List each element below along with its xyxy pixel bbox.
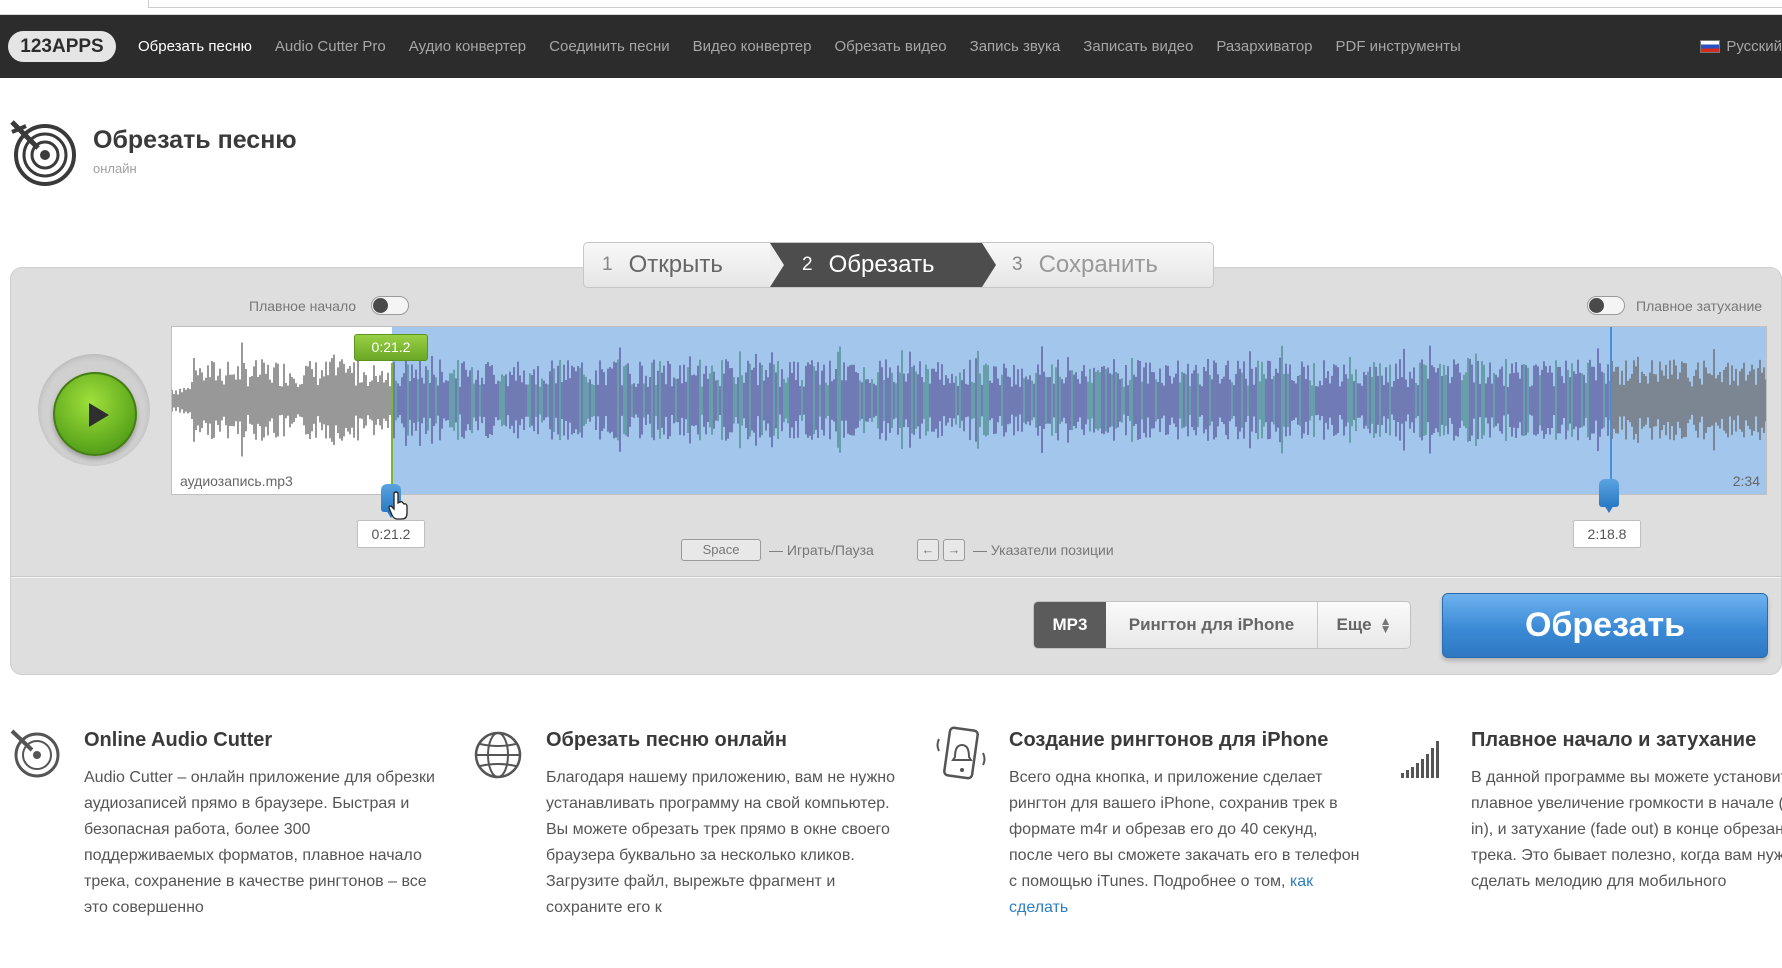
- step-open[interactable]: 1 Открыть: [584, 243, 770, 287]
- top-nav: 123APPS Обрезать песню Audio Cutter Pro …: [0, 15, 1782, 78]
- start-time-input[interactable]: 0:21.2: [357, 520, 425, 548]
- file-name: аудиозапись.mp3: [180, 473, 293, 489]
- globe-icon: [474, 731, 522, 779]
- page-bottom-clip: [0, 928, 1782, 968]
- format-more-dropdown[interactable]: Еще ▲ ▼: [1318, 602, 1410, 648]
- nav-item-video-converter[interactable]: Видео конвертер: [693, 38, 812, 55]
- steps-bar: 1 Открыть 2 Обрезать 3 Сохранить: [583, 242, 1214, 288]
- format-selector: MP3 Рингтон для iPhone Еще ▲ ▼: [1033, 601, 1411, 649]
- nav-item-cut-video[interactable]: Обрезать видео: [835, 38, 947, 55]
- browser-address-strip: [0, 0, 1782, 15]
- language-selector[interactable]: Русский: [1700, 15, 1782, 78]
- nav-item-pdf-tools[interactable]: PDF инструменты: [1336, 38, 1461, 55]
- hand-cursor-icon: [388, 491, 408, 520]
- vinyl-cut-icon: [10, 120, 76, 186]
- end-handle[interactable]: [1599, 479, 1619, 513]
- fade-in-toggle[interactable]: [371, 296, 409, 315]
- feature-title: Online Audio Cutter: [84, 729, 273, 751]
- play-pause-hint: Space — Играть/Пауза: [681, 539, 874, 561]
- step-label: Открыть: [628, 251, 723, 278]
- current-time-bubble: 0:21.2: [354, 334, 428, 361]
- nav-item-record-video[interactable]: Записать видео: [1083, 38, 1193, 55]
- step-label: Обрезать: [828, 251, 935, 278]
- fade-out-toggle[interactable]: [1587, 296, 1625, 315]
- position-hint-text: — Указатели позиции: [973, 542, 1114, 558]
- handle-cap: [1599, 479, 1619, 507]
- feature-title: Плавное начало и затухание: [1471, 729, 1757, 751]
- step-label: Сохранить: [1038, 251, 1158, 278]
- space-key: Space: [681, 539, 761, 561]
- play-button[interactable]: [53, 372, 137, 456]
- nav-item-cut-song[interactable]: Обрезать песню: [138, 38, 252, 55]
- start-marker-line: [391, 363, 393, 494]
- fade-in-label: Плавное начало: [249, 298, 357, 314]
- up-down-arrows-icon: ▲ ▼: [1379, 614, 1392, 636]
- format-mp3-button[interactable]: MP3: [1034, 602, 1106, 648]
- play-pause-hint-text: — Играть/Пауза: [769, 542, 874, 558]
- panel-divider: [11, 576, 1781, 578]
- step-number: 1: [602, 254, 613, 275]
- track-duration: 2:34: [1732, 473, 1760, 489]
- app-root: 123APPS Обрезать песню Audio Cutter Pro …: [0, 0, 1782, 968]
- format-more-label: Еще: [1336, 615, 1372, 634]
- feature-title: Создание рингтонов для iPhone: [1009, 729, 1329, 751]
- feature-text-body: Всего одна кнопка, и приложение сделает …: [1009, 769, 1360, 890]
- toggle-knob: [373, 298, 388, 313]
- phone-bell-icon: [936, 726, 986, 780]
- feature-text: В данной программе вы можете установить …: [1471, 769, 1782, 890]
- position-hint: ← → — Указатели позиции: [917, 539, 1114, 561]
- address-bar[interactable]: [148, 0, 1782, 8]
- format-iphone-ringtone-button[interactable]: Рингтон для iPhone: [1106, 602, 1318, 648]
- nav-item-audio-cutter-pro[interactable]: Audio Cutter Pro: [275, 38, 386, 55]
- step-number: 3: [1012, 254, 1023, 275]
- end-marker-line: [1610, 327, 1612, 494]
- left-arrow-key: ←: [917, 539, 939, 561]
- handle-tip: [1604, 505, 1614, 513]
- step-save[interactable]: 3 Сохранить: [982, 243, 1213, 287]
- cut-button[interactable]: Обрезать: [1442, 593, 1768, 658]
- play-icon: [89, 403, 109, 427]
- feature-title: Обрезать песню онлайн: [546, 729, 787, 751]
- nav-item-record-sound[interactable]: Запись звука: [970, 38, 1061, 55]
- fade-out-label: Плавное затухание: [1636, 298, 1763, 314]
- step-cut[interactable]: 2 Обрезать: [770, 243, 996, 287]
- volume-bars-icon: [1401, 741, 1439, 778]
- end-time-input[interactable]: 2:18.8: [1573, 520, 1641, 548]
- nav-items: Обрезать песню Audio Cutter Pro Аудио ко…: [138, 15, 1484, 78]
- toggle-knob: [1589, 298, 1604, 313]
- nav-item-audio-converter[interactable]: Аудио конвертер: [409, 38, 526, 55]
- right-arrow-key: →: [943, 539, 965, 561]
- page-subtitle: онлайн: [93, 161, 137, 176]
- russian-flag-icon: [1700, 40, 1721, 53]
- step-number: 2: [802, 254, 813, 275]
- page-title: Обрезать песню: [93, 126, 297, 154]
- feature-text: Всего одна кнопка, и приложение сделает …: [1009, 765, 1364, 921]
- nav-item-unarchiver[interactable]: Разархиватор: [1216, 38, 1312, 55]
- vinyl-cut-icon: [10, 729, 60, 778]
- nav-item-join-songs[interactable]: Соединить песни: [549, 38, 669, 55]
- language-label: Русский: [1726, 38, 1782, 55]
- logo[interactable]: 123APPS: [8, 31, 116, 62]
- feature-text: Благодаря нашему приложению, вам не нужн…: [546, 769, 896, 916]
- feature-text: Audio Cutter – онлайн приложение для обр…: [84, 769, 435, 916]
